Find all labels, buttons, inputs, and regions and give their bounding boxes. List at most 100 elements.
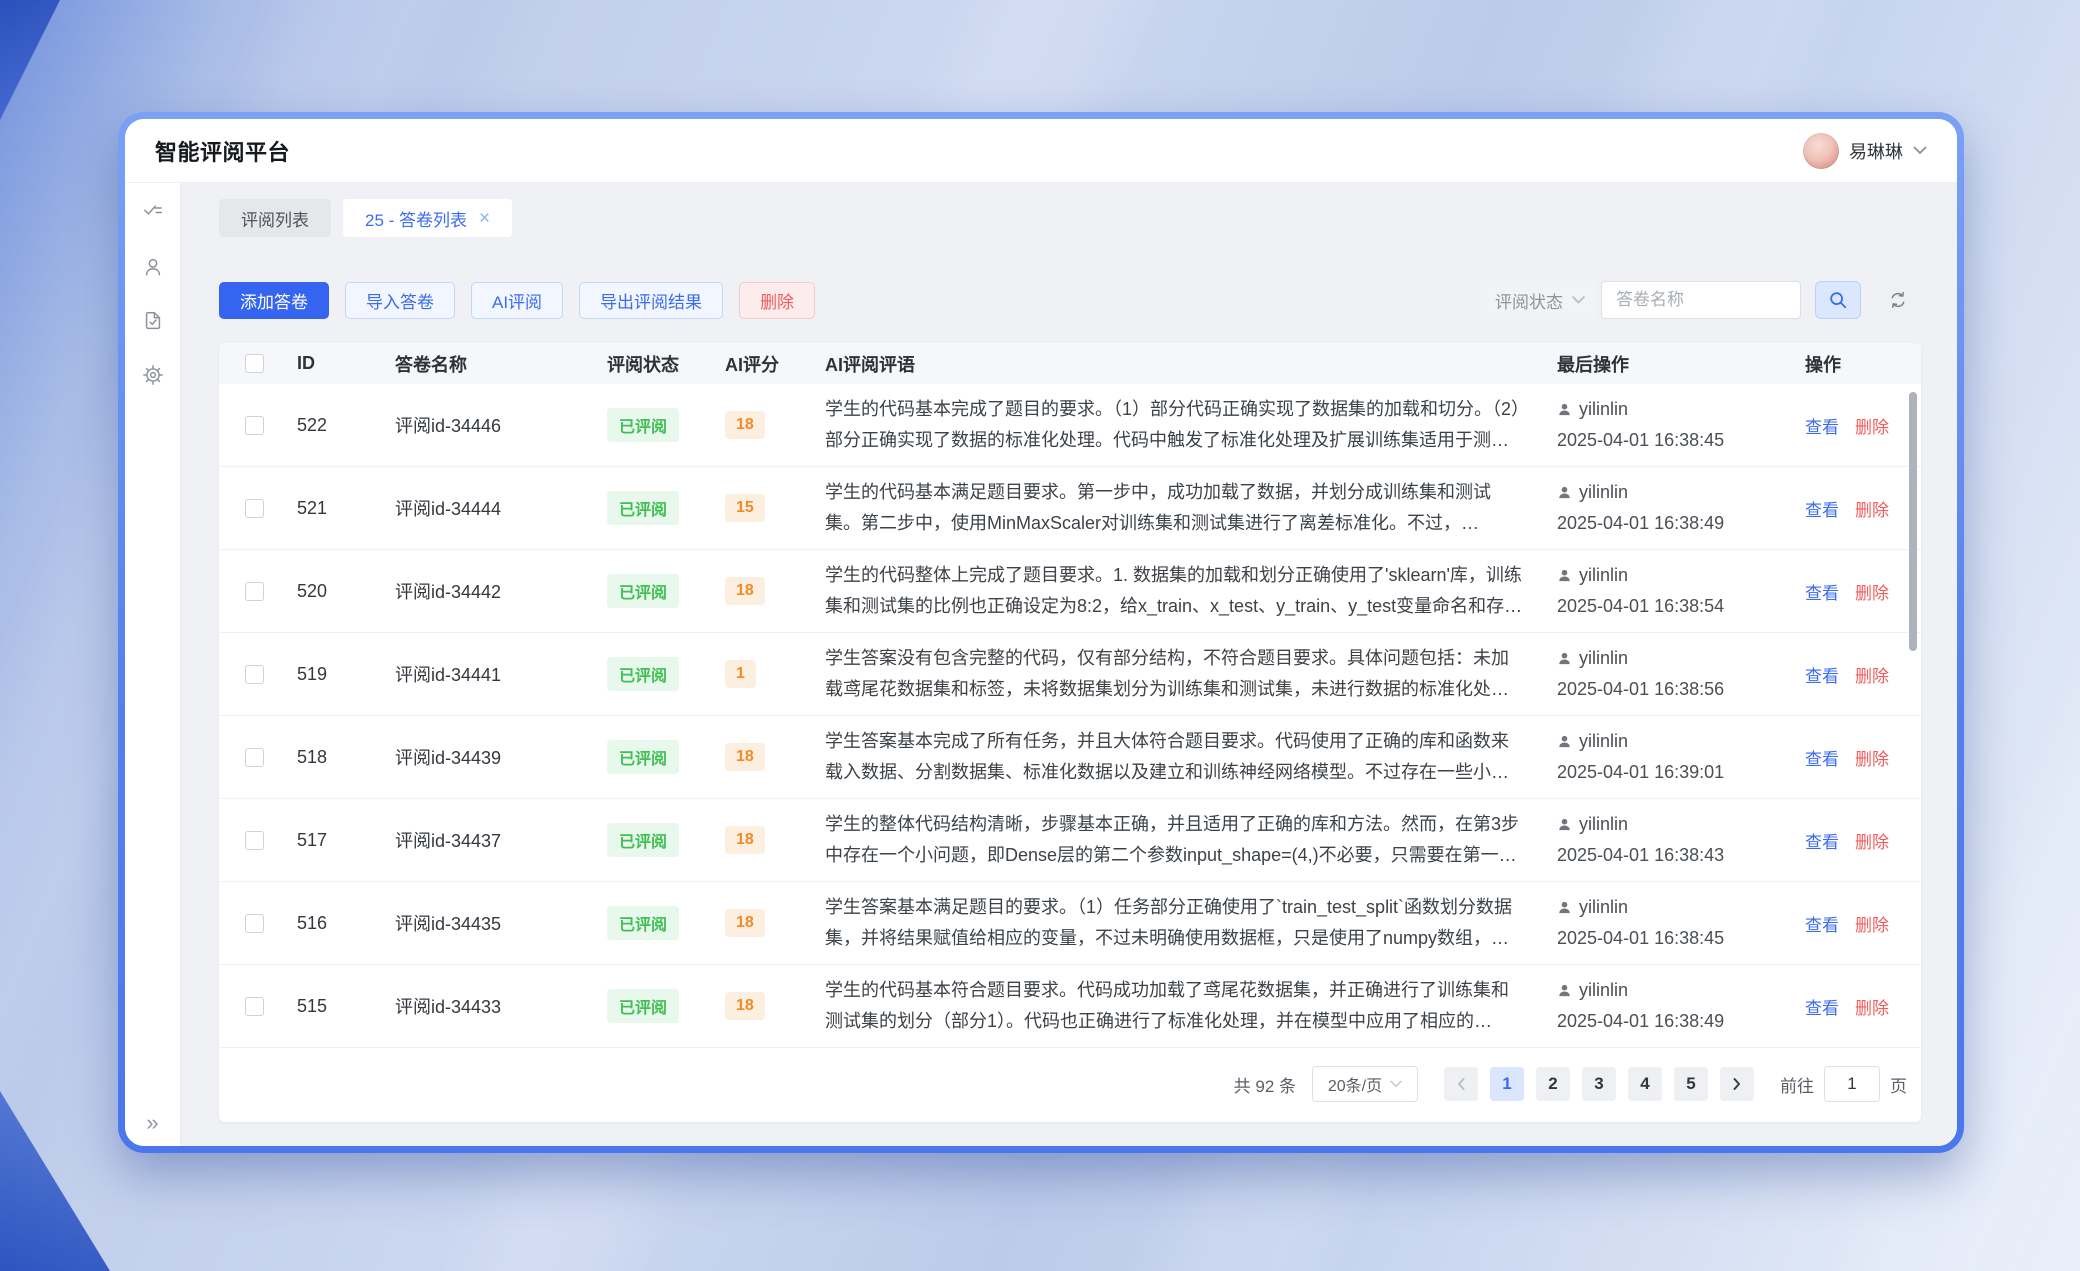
operator-name: yilinlin: [1579, 643, 1628, 674]
table-body: 522 评阅id-34446 已评阅 18 学生的代码基本完成了题目的要求。（1…: [219, 384, 1921, 1048]
row-checkbox[interactable]: [245, 582, 264, 601]
delete-link[interactable]: 删除: [1855, 745, 1889, 770]
page-button[interactable]: 1: [1490, 1067, 1524, 1101]
table-row: 520 评阅id-34442 已评阅 18 学生的代码整体上完成了题目要求。1.…: [219, 550, 1921, 633]
view-link[interactable]: 查看: [1805, 745, 1839, 770]
status-filter-placeholder: 评阅状态: [1495, 288, 1563, 313]
tab-label: 评阅列表: [241, 206, 309, 231]
tab-answer-sheet-list[interactable]: 25 - 答卷列表 ×: [343, 199, 512, 237]
cell-last-operation: yilinlin 2025-04-01 16:38:43: [1541, 809, 1789, 871]
cell-ai-comment: 学生的代码整体上完成了题目要求。1. 数据集的加载和划分正确使用了'sklear…: [809, 560, 1541, 622]
cell-id: 517: [281, 830, 379, 851]
user-menu[interactable]: 易琳琳: [1803, 133, 1927, 169]
table-row: 522 评阅id-34446 已评阅 18 学生的代码基本完成了题目的要求。（1…: [219, 384, 1921, 467]
delete-link[interactable]: 删除: [1855, 579, 1889, 604]
app-title: 智能评阅平台: [155, 135, 290, 167]
view-link[interactable]: 查看: [1805, 413, 1839, 438]
cell-last-operation: yilinlin 2025-04-01 16:38:56: [1541, 643, 1789, 705]
operator-name: yilinlin: [1579, 560, 1628, 591]
view-link[interactable]: 查看: [1805, 496, 1839, 521]
view-link[interactable]: 查看: [1805, 662, 1839, 687]
cell-ai-comment: 学生答案基本满足题目的要求。（1）任务部分正确使用了`train_test_sp…: [809, 892, 1541, 954]
tab-bar: 评阅列表 25 - 答卷列表 ×: [219, 199, 1921, 237]
row-checkbox[interactable]: [245, 499, 264, 518]
prev-page-button[interactable]: [1444, 1067, 1478, 1101]
row-checkbox[interactable]: [245, 831, 264, 850]
view-link[interactable]: 查看: [1805, 828, 1839, 853]
row-checkbox[interactable]: [245, 748, 264, 767]
cell-last-operation: yilinlin 2025-04-01 16:39:01: [1541, 726, 1789, 788]
next-page-button[interactable]: [1720, 1067, 1754, 1101]
delete-link[interactable]: 删除: [1855, 994, 1889, 1019]
review-checklist-icon: [142, 202, 164, 224]
cell-last-operation: yilinlin 2025-04-01 16:38:54: [1541, 560, 1789, 622]
cell-last-operation: yilinlin 2025-04-01 16:38:45: [1541, 394, 1789, 456]
cell-ai-comment: 学生的代码基本符合题目要求。代码成功加载了鸢尾花数据集，并正确进行了训练集和测试…: [809, 975, 1541, 1037]
answer-name-input[interactable]: [1601, 281, 1801, 319]
page-button[interactable]: 3: [1582, 1067, 1616, 1101]
view-link[interactable]: 查看: [1805, 994, 1839, 1019]
cell-answer-name: 评阅id-34435: [379, 910, 591, 936]
column-header-name: 答卷名称: [379, 351, 591, 377]
settings-gear-icon: [142, 364, 164, 386]
sidebar-item-review-list[interactable]: [141, 201, 165, 225]
sidebar-collapse-button[interactable]: »: [125, 1112, 180, 1134]
select-all-checkbox[interactable]: [245, 354, 264, 373]
view-link[interactable]: 查看: [1805, 911, 1839, 936]
status-filter-select[interactable]: 评阅状态: [1481, 281, 1595, 319]
app-window-frame: 智能评阅平台 易琳琳: [118, 112, 1964, 1153]
operation-time: 2025-04-01 16:38:43: [1557, 840, 1773, 871]
operation-time: 2025-04-01 16:38:45: [1557, 425, 1773, 456]
cell-id: 515: [281, 996, 379, 1017]
row-checkbox[interactable]: [245, 997, 264, 1016]
vertical-scrollbar-thumb[interactable]: [1909, 392, 1917, 651]
export-results-button[interactable]: 导出评阅结果: [579, 282, 723, 319]
chevron-left-icon: [1456, 1077, 1466, 1091]
page-size-select[interactable]: 20条/页: [1312, 1066, 1418, 1102]
sidebar-item-documents[interactable]: [141, 309, 165, 333]
cell-ai-comment: 学生答案基本完成了所有任务，并且大体符合题目要求。代码使用了正确的库和函数来载入…: [809, 726, 1541, 788]
page-size-value: 20条/页: [1328, 1072, 1382, 1096]
delete-link[interactable]: 删除: [1855, 911, 1889, 936]
delete-link[interactable]: 删除: [1855, 662, 1889, 687]
cell-answer-name: 评阅id-34444: [379, 495, 591, 521]
sidebar: »: [125, 183, 181, 1146]
cell-answer-name: 评阅id-34441: [379, 661, 591, 687]
add-answer-button[interactable]: 添加答卷: [219, 282, 329, 319]
import-answer-button[interactable]: 导入答卷: [345, 282, 455, 319]
delete-button[interactable]: 删除: [739, 282, 815, 319]
person-icon: [1557, 568, 1572, 583]
cell-last-operation: yilinlin 2025-04-01 16:38:49: [1541, 477, 1789, 539]
page-button[interactable]: 2: [1536, 1067, 1570, 1101]
avatar[interactable]: [1803, 133, 1839, 169]
score-badge: 18: [725, 411, 765, 439]
sidebar-item-settings[interactable]: [141, 363, 165, 387]
refresh-button[interactable]: [1875, 281, 1921, 319]
row-checkbox[interactable]: [245, 665, 264, 684]
search-button[interactable]: [1815, 281, 1861, 319]
status-badge: 已评阅: [607, 740, 679, 774]
main-content: 评阅列表 25 - 答卷列表 × 添加答卷 导入答卷 AI评阅 导出评阅结果 删…: [181, 183, 1957, 1146]
chevron-down-icon: [1572, 296, 1585, 304]
delete-link[interactable]: 删除: [1855, 828, 1889, 853]
operation-time: 2025-04-01 16:38:49: [1557, 1006, 1773, 1037]
column-header-actions: 操作: [1789, 351, 1921, 377]
page-button[interactable]: 5: [1674, 1067, 1708, 1101]
score-badge: 18: [725, 909, 765, 937]
row-checkbox[interactable]: [245, 914, 264, 933]
close-icon[interactable]: ×: [479, 209, 490, 228]
goto-suffix: 页: [1890, 1072, 1907, 1097]
chevron-down-icon: [1913, 146, 1927, 155]
view-link[interactable]: 查看: [1805, 579, 1839, 604]
ai-review-button[interactable]: AI评阅: [471, 282, 563, 319]
delete-link[interactable]: 删除: [1855, 413, 1889, 438]
row-checkbox[interactable]: [245, 416, 264, 435]
cell-last-operation: yilinlin 2025-04-01 16:38:49: [1541, 975, 1789, 1037]
page-button[interactable]: 4: [1628, 1067, 1662, 1101]
sidebar-item-users[interactable]: [141, 255, 165, 279]
tab-review-list[interactable]: 评阅列表: [219, 199, 331, 237]
goto-page-input[interactable]: [1824, 1066, 1880, 1102]
person-icon: [1557, 983, 1572, 998]
delete-link[interactable]: 删除: [1855, 496, 1889, 521]
table-header-row: ID 答卷名称 评阅状态 AI评分 AI评阅评语 最后操作 操作: [219, 343, 1921, 384]
